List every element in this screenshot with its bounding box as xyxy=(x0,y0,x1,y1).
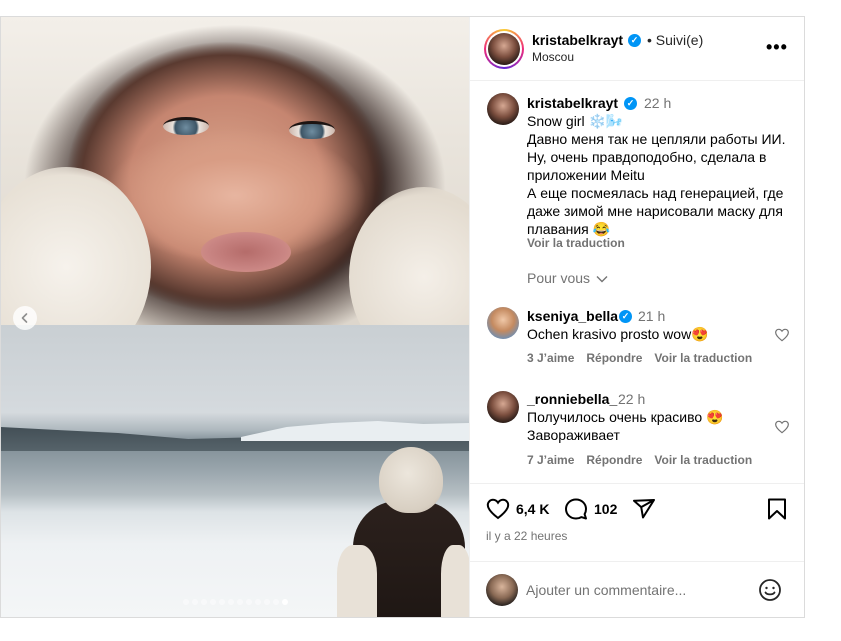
post-timestamp[interactable]: il y a 22 heures xyxy=(486,529,567,543)
save-button[interactable] xyxy=(766,497,788,521)
comment-likes[interactable]: 7 J’aime xyxy=(527,453,574,467)
comment-button[interactable]: 102 xyxy=(564,497,617,521)
caption-avatar[interactable] xyxy=(487,93,519,125)
carousel-dot xyxy=(227,599,234,605)
comment-time: 22 h xyxy=(618,391,646,407)
comment-likes[interactable]: 3 J’aime xyxy=(527,351,574,365)
comment-reply-button[interactable]: Répondre xyxy=(586,453,642,467)
comment-actions: 7 J’aime Répondre Voir la traduction xyxy=(527,453,752,467)
landscape-image xyxy=(1,325,469,617)
verified-icon: ✓ xyxy=(628,34,641,47)
current-user-avatar xyxy=(486,574,518,606)
comment-reply-button[interactable]: Répondre xyxy=(586,351,642,365)
carousel-dot xyxy=(236,599,243,605)
caption-text: Snow girl ❄️🌬️ Давно меня так не цепляли… xyxy=(527,113,786,237)
heart-icon[interactable] xyxy=(774,419,790,435)
caption-username[interactable]: kristabelkrayt xyxy=(527,95,618,111)
comment-count: 102 xyxy=(594,501,618,517)
emoji-icon[interactable] xyxy=(758,578,782,602)
verified-icon: ✓ xyxy=(624,97,637,110)
comment-avatar[interactable] xyxy=(487,307,519,339)
comment-actions: 3 J’aime Répondre Voir la traduction xyxy=(527,351,752,365)
chevron-left-icon xyxy=(21,313,28,323)
girl-hat xyxy=(379,447,443,513)
pour-vous-label: Pour vous xyxy=(527,270,591,286)
carousel-dot xyxy=(218,599,225,605)
comment-time: 21 h xyxy=(638,308,666,324)
pour-vous-dropdown[interactable]: Pour vous xyxy=(527,270,608,286)
comment-text: Ochen krasivo prosto wow😍 xyxy=(527,326,709,342)
comment-icon xyxy=(565,498,587,520)
author-avatar xyxy=(488,33,520,65)
carousel-dot xyxy=(200,599,207,605)
carousel-dot xyxy=(263,599,270,605)
comment-avatar[interactable] xyxy=(487,391,519,423)
comment-input[interactable] xyxy=(526,578,746,602)
caption-time: 22 h xyxy=(644,95,672,111)
like-count: 6,4 K xyxy=(516,501,550,517)
carousel-dot xyxy=(191,599,198,605)
lips xyxy=(201,232,291,272)
left-eye xyxy=(163,117,209,135)
author-username[interactable]: kristabelkrayt xyxy=(532,32,623,48)
share-button[interactable] xyxy=(632,497,656,521)
comment-text: Получилось очень красиво 😍 Завораживает xyxy=(527,409,724,443)
comment-translate-link[interactable]: Voir la traduction xyxy=(654,351,752,365)
carousel-dot xyxy=(281,599,288,605)
post-media[interactable] xyxy=(1,17,469,617)
comment-username[interactable]: _ronniebella_ xyxy=(527,391,617,407)
post-header: kristabelkrayt ✓ • Suivi(e) Moscou ••• xyxy=(470,17,804,81)
caption-translate-link[interactable]: Voir la traduction xyxy=(527,236,625,250)
heart-icon xyxy=(486,498,510,520)
comment-username[interactable]: kseniya_bella xyxy=(527,308,618,324)
chevron-down-icon xyxy=(596,276,608,283)
send-icon xyxy=(633,499,655,519)
action-bar xyxy=(470,483,804,563)
right-eye xyxy=(289,121,335,139)
heart-icon[interactable] xyxy=(774,327,790,343)
more-horizontal-icon[interactable]: ••• xyxy=(766,37,788,58)
comment-input-row xyxy=(470,561,804,617)
snow-peaks xyxy=(241,421,469,441)
girl-coat-left xyxy=(337,545,377,617)
carousel-dot xyxy=(254,599,261,605)
like-button[interactable]: 6,4 K xyxy=(486,497,549,521)
follow-status[interactable]: • Suivi(e) xyxy=(647,32,703,48)
post-container: kristabelkrayt ✓ • Suivi(e) Moscou ••• k… xyxy=(0,16,805,618)
carousel-dot xyxy=(245,599,252,605)
carousel-dot xyxy=(182,599,189,605)
bookmark-icon xyxy=(768,498,786,520)
carousel-indicator xyxy=(1,599,469,605)
carousel-dot xyxy=(209,599,216,605)
carousel-dot xyxy=(272,599,279,605)
post-location[interactable]: Moscou xyxy=(532,50,574,64)
carousel-prev-button[interactable] xyxy=(13,306,37,330)
girl-coat-right xyxy=(441,545,469,617)
verified-icon: ✓ xyxy=(619,310,632,323)
story-ring[interactable] xyxy=(484,29,524,69)
portrait-image xyxy=(1,17,469,367)
post-side-panel: kristabelkrayt ✓ • Suivi(e) Moscou ••• k… xyxy=(469,17,804,617)
comment-translate-link[interactable]: Voir la traduction xyxy=(654,453,752,467)
